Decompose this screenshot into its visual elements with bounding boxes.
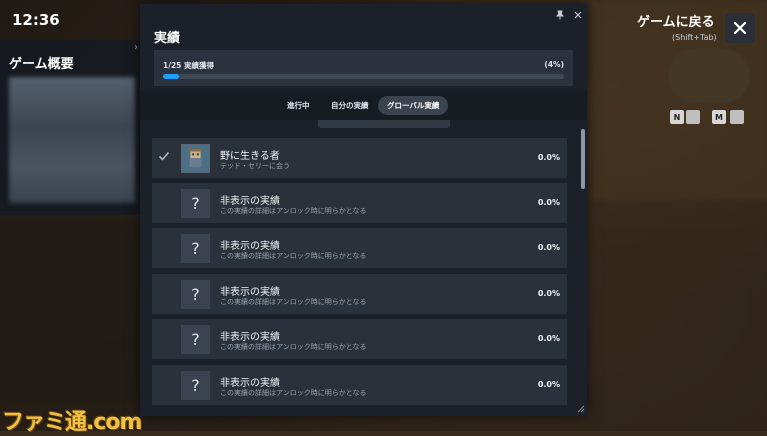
achievement-global-percent: 0.0% [537,153,560,162]
achievement-description: この実績の詳細はアンロック時に明らかとなる [220,298,367,306]
achievement-name: 非表示の実績 [220,196,280,207]
achievement-name: 野に生きる者 [220,151,280,162]
achievement-row[interactable]: ? 非表示の実績 この実績の詳細はアンロック時に明らかとなる 0.0% [152,228,567,268]
progress-bar [163,74,564,79]
key-hint-spacer [686,110,700,124]
return-shortcut-hint: (Shift+Tab) [672,33,717,42]
tab-global-achievements[interactable]: グローバル実績 [378,96,449,115]
tab-in-progress[interactable]: 進行中 [278,96,319,115]
achievement-description: この実績の詳細はアンロック時に明らかとなる [220,389,367,397]
progress-bar-fill [163,74,180,79]
achievement-global-percent: 0.0% [537,380,560,389]
pin-icon[interactable] [555,10,565,20]
game-overview-panel[interactable]: › ゲーム概要 [0,40,140,215]
question-icon: ? [181,325,210,354]
question-icon: ? [181,189,210,218]
achievement-name: 非表示の実績 [220,378,280,389]
close-overlay-button[interactable] [725,13,755,43]
achievement-row[interactable]: 野に生きる者 テッド・セリーに会う 0.0% [152,138,567,178]
question-icon: ? [181,234,210,263]
close-panel-icon[interactable] [573,10,583,20]
achievement-name: 非表示の実績 [220,241,280,252]
achievement-global-percent: 0.0% [537,198,560,207]
achievement-row[interactable]: ? 非表示の実績 この実績の詳細はアンロック時に明らかとなる 0.0% [152,274,567,314]
achievement-name: 非表示の実績 [220,287,280,298]
achievement-name: 非表示の実績 [220,332,280,343]
question-icon: ? [181,371,210,400]
tab-strip: 進行中 自分の実績 グローバル実績 [140,90,587,120]
overview-title: ゲーム概要 [9,57,74,72]
achievement-row[interactable]: ? 非表示の実績 この実績の詳細はアンロック時に明らかとなる 0.0% [152,365,567,405]
key-hint-n: N [670,110,684,124]
achievement-description: この実績の詳細はアンロック時に明らかとなる [220,207,367,215]
close-icon [733,21,747,35]
game-minimap [668,48,750,103]
achievement-global-percent: 0.0% [537,289,560,298]
achievement-global-percent: 0.0% [537,243,560,252]
checkmark-icon [158,151,170,161]
watermark-logo: ファミ通.com [2,410,142,435]
achievement-description: この実績の詳細はアンロック時に明らかとなる [220,252,367,260]
clock-time: 12:36 [12,11,60,29]
progress-percent: (4%) [544,60,564,69]
achievement-description: テッド・セリーに会う [220,162,290,170]
return-to-game-label[interactable]: ゲームに戻る [637,11,715,30]
progress-label: 1/25 実績獲得 [163,61,215,70]
blurred-game-info [9,77,135,203]
achievement-row[interactable]: ? 非表示の実績 この実績の詳細はアンロック時に明らかとなる 0.0% [152,319,567,359]
achievement-global-percent: 0.0% [537,334,560,343]
tab-my-achievements[interactable]: 自分の実績 [322,96,378,115]
chevron-right-icon: › [134,42,138,53]
panel-title: 実績 [154,31,181,46]
question-icon: ? [181,280,210,309]
achievement-row[interactable]: ? 非表示の実績 この実績の詳細はアンロック時に明らかとなる 0.0% [152,183,567,223]
achievements-panel: 実績 1/25 実績獲得 (4%) 進行中 自分の実績 グローバル実績 野に生き… [140,4,587,416]
key-hint-m: M [712,110,726,124]
list-scroll-hint [318,120,450,128]
achievement-list[interactable]: 野に生きる者 テッド・セリーに会う 0.0%? 非表示の実績 この実績の詳細はアンロック… [140,120,587,410]
list-scrollbar[interactable] [581,129,585,189]
achievement-description: この実績の詳細はアンロック時に明らかとなる [220,343,367,351]
key-hint-spacer [730,110,744,124]
achievement-thumbnail-icon [181,144,210,173]
resize-grip-icon[interactable] [577,405,585,413]
achievement-progress: 1/25 実績獲得 (4%) [154,50,573,86]
